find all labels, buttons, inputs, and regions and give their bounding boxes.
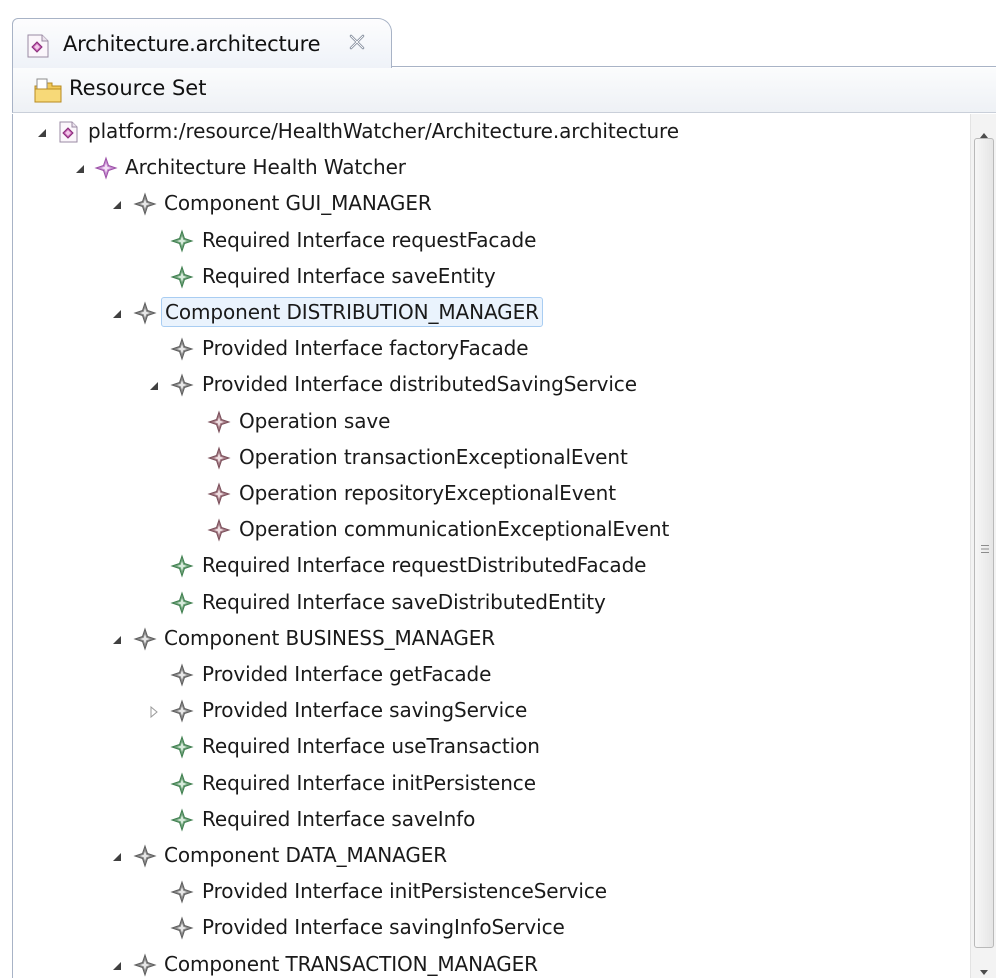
expanded-twisty-icon[interactable] — [35, 125, 49, 139]
component-diamond-icon — [133, 627, 157, 651]
resource-file-icon — [57, 120, 81, 144]
provided-interface-icon — [170, 337, 194, 361]
operation-icon — [207, 410, 231, 434]
provided-interface-icon — [170, 880, 194, 904]
expanded-twisty-icon[interactable] — [110, 306, 124, 320]
tree-row-label: Provided Interface initPersistenceServic… — [202, 879, 607, 904]
tree-row-label: Operation repositoryExceptionalEvent — [239, 481, 616, 505]
tree-row-label: Component DATA_MANAGER — [164, 843, 448, 867]
tree-row[interactable]: Required Interface saveEntity — [13, 259, 970, 295]
required-interface-icon — [170, 554, 194, 578]
resource-set-bar: Resource Set — [12, 68, 996, 113]
tree-row[interactable]: Component BUSINESS_MANAGER — [13, 621, 970, 657]
scroll-up-arrow-icon[interactable] — [979, 124, 989, 138]
tab-bar-divider — [392, 66, 996, 67]
provided-interface-icon — [170, 699, 194, 723]
tree-row[interactable]: Required Interface requestDistributedFac… — [13, 548, 970, 584]
expanded-twisty-icon[interactable] — [147, 378, 161, 392]
provided-interface-icon — [170, 916, 194, 940]
tree-row[interactable]: Architecture Health Watcher — [13, 150, 970, 186]
tree-row-label: Operation save — [239, 408, 391, 433]
tab-architecture-file[interactable]: Architecture.architecture — [12, 18, 392, 70]
component-diamond-icon — [133, 844, 157, 868]
tree-row-label: Component TRANSACTION_MANAGER — [164, 951, 538, 976]
required-interface-icon — [170, 229, 194, 253]
tree-row-label: Required Interface requestDistributedFac… — [202, 553, 647, 578]
required-interface-icon — [170, 772, 194, 796]
scroll-down-arrow-icon[interactable] — [979, 962, 989, 975]
operation-icon — [207, 482, 231, 506]
tree-row-label: Required Interface saveDistributedEntity — [202, 589, 606, 614]
required-interface-icon — [170, 735, 194, 759]
expanded-twisty-icon[interactable] — [110, 958, 124, 972]
tree-row-label: Provided Interface getFacade — [202, 662, 492, 686]
operation-icon — [207, 518, 231, 542]
tree-row-label: Required Interface saveEntity — [202, 263, 496, 288]
tree-row-label: Required Interface saveInfo — [202, 806, 476, 831]
tree-row[interactable]: Provided Interface savingService — [13, 693, 970, 729]
tree-row[interactable]: Operation transactionExceptionalEvent — [13, 440, 970, 476]
tree-row[interactable]: Required Interface saveInfo — [13, 802, 970, 838]
required-interface-icon — [170, 808, 194, 832]
tree-row[interactable]: Required Interface initPersistence — [13, 766, 970, 802]
expanded-twisty-icon[interactable] — [110, 632, 124, 646]
architecture-file-icon — [25, 33, 51, 59]
tree-row-label: Required Interface initPersistence — [202, 770, 536, 795]
component-diamond-icon — [133, 301, 157, 325]
component-diamond-icon — [133, 953, 157, 977]
tree-row-label: Required Interface requestFacade — [202, 227, 537, 252]
expanded-twisty-icon[interactable] — [110, 849, 124, 863]
component-diamond-icon — [133, 192, 157, 216]
tree-row-label: Component BUSINESS_MANAGER — [164, 625, 496, 650]
editor-tab-bar: Architecture.architecture — [0, 8, 996, 70]
required-interface-icon — [170, 591, 194, 615]
tree-row[interactable]: Operation communicationExceptionalEvent — [13, 512, 970, 548]
tree-row[interactable]: Provided Interface factoryFacade — [13, 331, 970, 367]
architecture-diamond-icon — [94, 156, 118, 180]
tree-row-label: Component GUI_MANAGER — [164, 191, 432, 216]
provided-interface-icon — [170, 663, 194, 687]
tree-row-label: Operation transactionExceptionalEvent — [239, 444, 628, 469]
model-editor: Architecture.architecture Resource Set p… — [0, 0, 996, 978]
vertical-scrollbar[interactable] — [970, 114, 996, 978]
tree-row[interactable]: Required Interface saveDistributedEntity — [13, 585, 970, 621]
operation-icon — [207, 446, 231, 470]
expanded-twisty-icon[interactable] — [73, 161, 87, 175]
tab-title: Architecture.architecture — [63, 32, 321, 56]
tree-row-label: Operation communicationExceptionalEvent — [239, 517, 670, 542]
tree-row[interactable]: Component DATA_MANAGER — [13, 838, 970, 874]
tree-row[interactable]: platform:/resource/HealthWatcher/Archite… — [13, 114, 970, 150]
tree-row-label: Component DISTRIBUTION_MANAGER — [161, 297, 543, 327]
tree-row[interactable]: Component TRANSACTION_MANAGER — [13, 947, 970, 978]
tree-row[interactable]: Component GUI_MANAGER — [13, 186, 970, 222]
tree-row-label: Provided Interface savingInfoService — [202, 915, 565, 940]
tree-row-label: Provided Interface distributedSavingServ… — [202, 372, 637, 397]
provided-interface-icon — [170, 373, 194, 397]
resource-set-folder-icon — [33, 76, 63, 106]
tree-row[interactable]: Required Interface useTransaction — [13, 729, 970, 765]
tree-row[interactable]: Required Interface requestFacade — [13, 223, 970, 259]
tree-row[interactable]: Provided Interface getFacade — [13, 657, 970, 693]
tree-row[interactable]: Component DISTRIBUTION_MANAGER — [13, 295, 970, 331]
close-icon[interactable] — [345, 30, 369, 54]
expanded-twisty-icon[interactable] — [110, 197, 124, 211]
tree-row-label: platform:/resource/HealthWatcher/Archite… — [88, 119, 679, 143]
tree-row-label: Architecture Health Watcher — [125, 155, 406, 180]
resource-set-label: Resource Set — [69, 76, 207, 100]
tree-row-label: Provided Interface savingService — [202, 698, 528, 723]
collapsed-twisty-icon[interactable] — [147, 704, 161, 719]
tree-row[interactable]: Provided Interface distributedSavingServ… — [13, 367, 970, 403]
tree-row[interactable]: Provided Interface savingInfoService — [13, 910, 970, 946]
tree-row-label: Provided Interface factoryFacade — [202, 336, 529, 361]
scrollbar-thumb[interactable] — [974, 138, 994, 948]
tree-row[interactable]: Operation save — [13, 404, 970, 440]
tree-row-label: Required Interface useTransaction — [202, 734, 540, 759]
scroll-grip-icon — [981, 539, 989, 553]
model-tree[interactable]: platform:/resource/HealthWatcher/Archite… — [12, 114, 970, 978]
tree-row[interactable]: Operation repositoryExceptionalEvent — [13, 476, 970, 512]
required-interface-icon — [170, 265, 194, 289]
tree-row[interactable]: Provided Interface initPersistenceServic… — [13, 874, 970, 910]
